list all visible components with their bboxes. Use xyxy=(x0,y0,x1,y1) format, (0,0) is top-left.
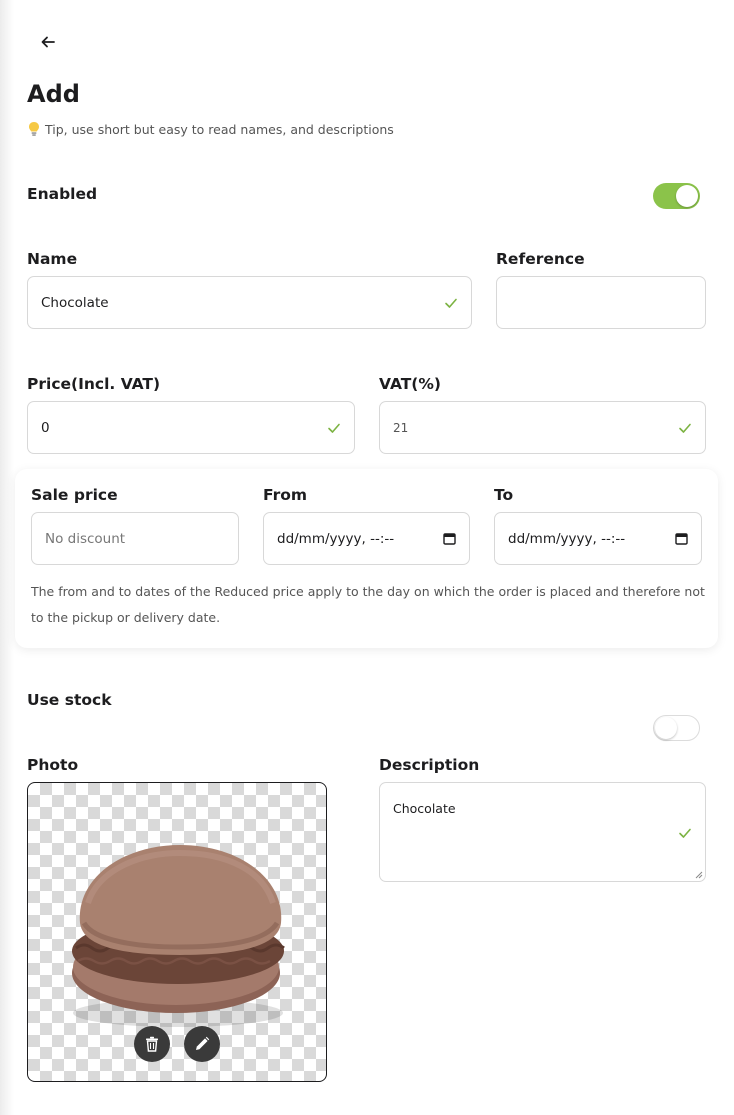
price-input[interactable]: 0 xyxy=(27,401,355,454)
page-title: Add xyxy=(27,80,80,108)
tip-label: Tip, use short but easy to read names, a… xyxy=(45,121,394,137)
sale-note: The from and to dates of the Reduced pri… xyxy=(31,584,705,625)
arrow-left-icon xyxy=(41,36,55,48)
description-textarea[interactable]: Chocolate xyxy=(379,782,706,882)
price-value: 0 xyxy=(41,419,50,436)
tip-text: Tip, use short but easy to read names, a… xyxy=(27,121,394,137)
toggle-knob xyxy=(676,185,698,207)
photo-upload[interactable] xyxy=(27,782,327,1082)
to-label: To xyxy=(494,486,514,504)
sale-price-label: Sale price xyxy=(31,486,118,504)
calendar-icon[interactable] xyxy=(675,532,688,545)
enabled-label: Enabled xyxy=(27,185,98,203)
toggle-knob xyxy=(655,717,677,739)
calendar-icon[interactable] xyxy=(443,532,456,545)
back-button[interactable] xyxy=(34,28,62,56)
reference-input[interactable] xyxy=(496,276,706,329)
reference-label: Reference xyxy=(496,250,585,268)
price-label: Price(Incl. VAT) xyxy=(27,375,161,393)
use-stock-toggle[interactable] xyxy=(653,715,700,741)
check-icon xyxy=(328,423,340,433)
check-icon xyxy=(679,828,691,838)
product-image xyxy=(72,845,285,1027)
name-input[interactable]: Chocolate xyxy=(27,276,472,329)
trash-icon xyxy=(146,1036,158,1052)
resize-handle-icon[interactable] xyxy=(695,871,703,879)
name-value: Chocolate xyxy=(41,294,109,311)
check-icon xyxy=(445,298,457,308)
check-icon xyxy=(679,423,691,433)
name-label: Name xyxy=(27,250,78,268)
vat-label: VAT(%) xyxy=(379,375,442,393)
lightbulb-icon xyxy=(29,122,39,136)
from-date-placeholder: dd/mm/yyyy, --:-- xyxy=(277,530,395,547)
from-date-input[interactable]: dd/mm/yyyy, --:-- xyxy=(263,512,470,565)
from-label: From xyxy=(263,486,308,504)
pencil-icon xyxy=(196,1036,210,1050)
description-value: Chocolate xyxy=(393,801,456,816)
enabled-toggle[interactable] xyxy=(653,183,700,209)
delete-photo-button[interactable] xyxy=(134,1026,170,1062)
sale-price-placeholder: No discount xyxy=(45,530,126,547)
description-label: Description xyxy=(379,756,480,774)
use-stock-label: Use stock xyxy=(27,691,112,709)
vat-select[interactable]: 21 xyxy=(379,401,706,454)
photo-label: Photo xyxy=(27,756,79,774)
edit-photo-button[interactable] xyxy=(184,1026,220,1062)
sale-price-input[interactable]: No discount xyxy=(31,512,239,565)
left-edge-shadow xyxy=(0,0,14,1115)
to-date-input[interactable]: dd/mm/yyyy, --:-- xyxy=(494,512,702,565)
vat-value: 21 xyxy=(393,420,409,435)
to-date-placeholder: dd/mm/yyyy, --:-- xyxy=(508,530,626,547)
